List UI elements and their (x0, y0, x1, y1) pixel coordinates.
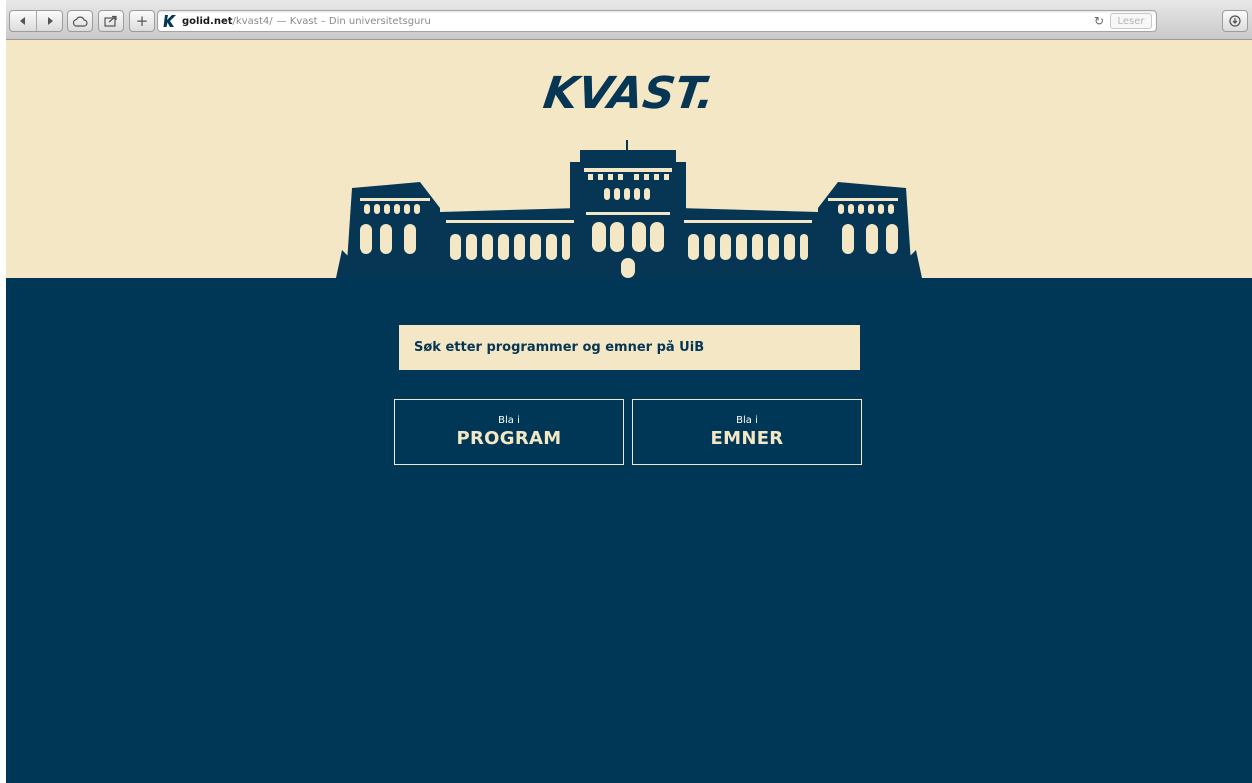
browse-emner-label: EMNER (710, 428, 784, 449)
download-icon (1229, 15, 1241, 27)
forward-icon (47, 17, 53, 25)
hero-section: KVAST. (6, 40, 1252, 278)
browser-window: + golid.net/kvast4/ — Kvast – Din univer… (6, 0, 1252, 783)
site-favicon-icon (162, 13, 178, 29)
kvast-logo[interactable]: KVAST. (6, 68, 1252, 119)
nav-buttons (9, 10, 63, 32)
browse-program-prefix: Bla i (498, 415, 520, 426)
downloads-button[interactable] (1222, 10, 1248, 32)
university-building-icon (336, 140, 922, 278)
address-bar[interactable]: golid.net/kvast4/ — Kvast – Din universi… (157, 10, 1157, 32)
icloud-tabs-button[interactable] (67, 10, 93, 32)
share-icon (104, 15, 117, 27)
plus-icon: + (135, 11, 149, 30)
back-button[interactable] (10, 11, 36, 31)
browse-emner-button[interactable]: Bla i EMNER (632, 399, 862, 465)
cloud-icon (72, 16, 88, 27)
browse-emner-prefix: Bla i (736, 415, 758, 426)
new-tab-button[interactable]: + (129, 10, 155, 32)
url-host: golid.net (182, 15, 233, 27)
reader-button[interactable]: Leser (1110, 13, 1152, 29)
url-path: /kvast4/ (232, 15, 273, 27)
reload-icon[interactable]: ↻ (1094, 14, 1104, 28)
main-section: Bla i PROGRAM Bla i EMNER (6, 278, 1252, 783)
browser-toolbar: + golid.net/kvast4/ — Kvast – Din univer… (6, 0, 1252, 40)
browse-program-button[interactable]: Bla i PROGRAM (394, 399, 624, 465)
back-icon (20, 17, 25, 25)
forward-button[interactable] (36, 11, 62, 31)
search-input[interactable] (399, 325, 860, 370)
page-title: — Kvast – Din universitetsguru (276, 15, 431, 27)
browse-program-label: PROGRAM (456, 428, 562, 449)
share-button[interactable] (98, 10, 124, 32)
